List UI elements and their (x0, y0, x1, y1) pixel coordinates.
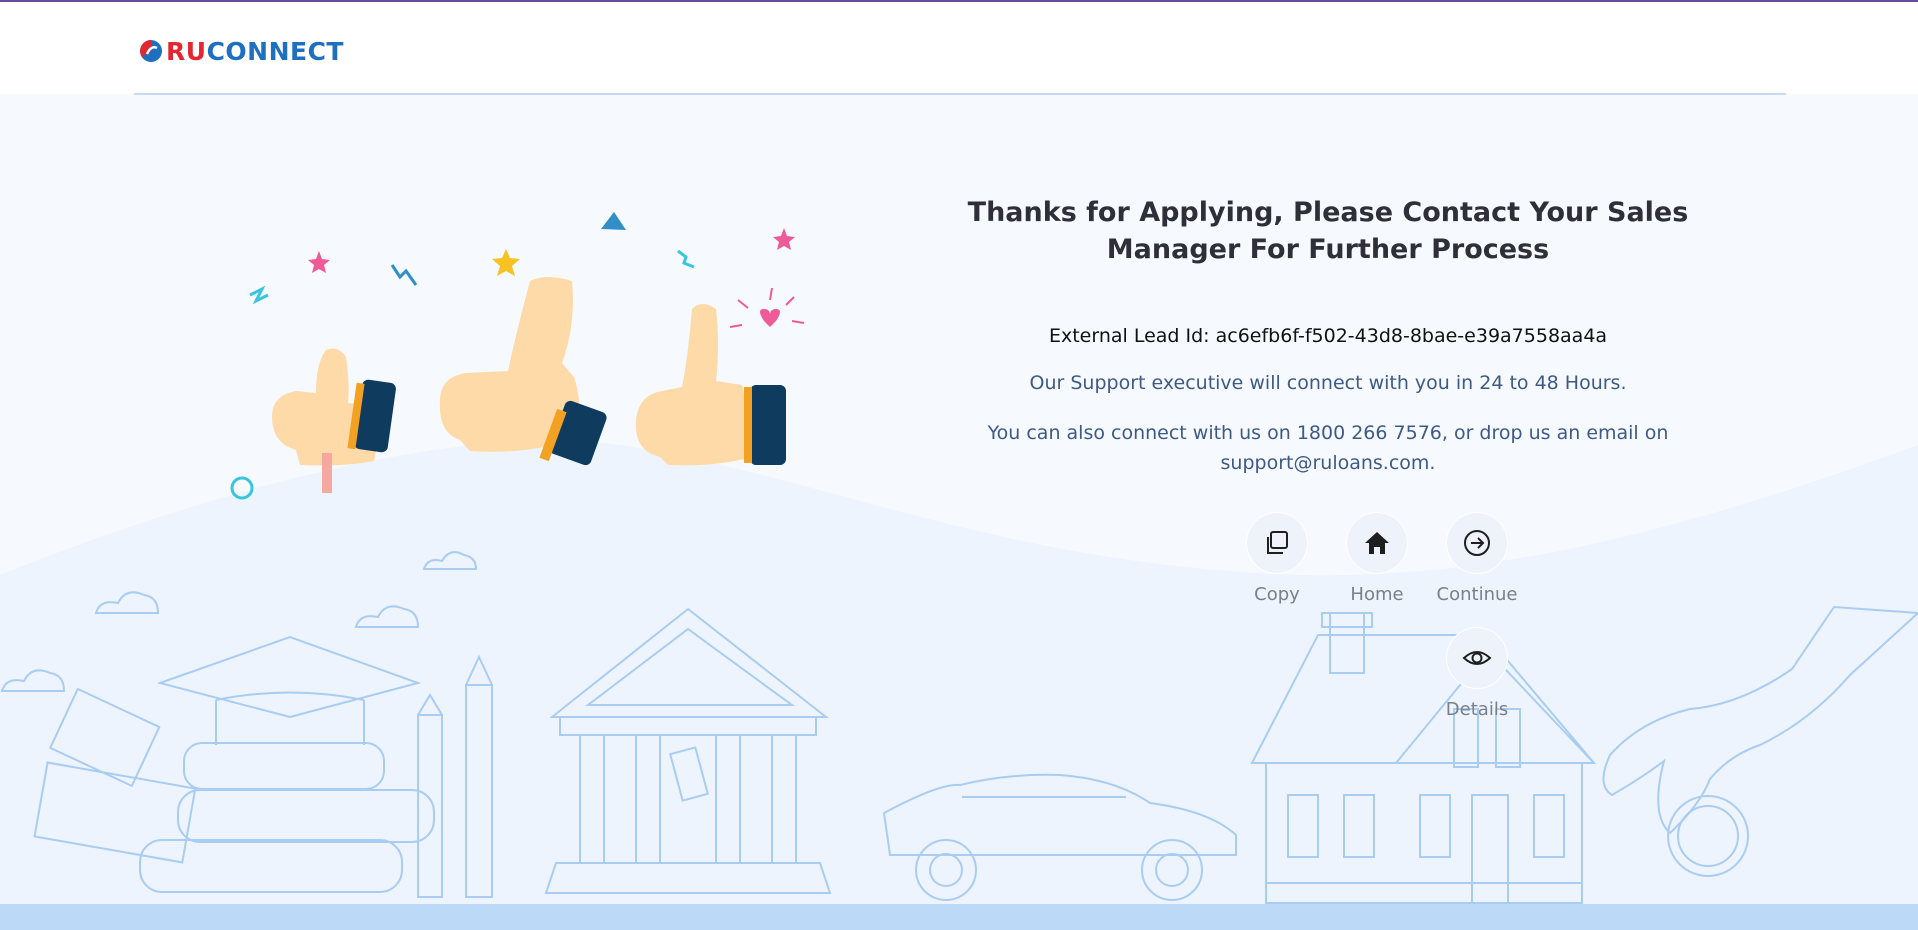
copy-button[interactable]: Copy (1222, 512, 1332, 605)
action-buttons: Copy Home Continue Details (1180, 512, 1517, 722)
ruconnect-logo[interactable]: RU CONNECT (139, 36, 344, 66)
continue-button[interactable]: Continue (1422, 512, 1532, 605)
support-message: Our Support executive will connect with … (1029, 372, 1627, 394)
logo-text-connect: CONNECT (206, 36, 344, 66)
eye-icon (1462, 651, 1492, 665)
contact-message: You can also connect with us on 1800 266… (987, 422, 1669, 474)
site-header: RU CONNECT (0, 2, 1918, 94)
page-title: Thanks for Applying, Please Contact Your… (967, 197, 1689, 265)
home-label: Home (1350, 584, 1404, 605)
copy-icon (1267, 531, 1288, 554)
details-button[interactable]: Details (1422, 627, 1532, 720)
footer-band (0, 904, 1918, 930)
details-label: Details (1445, 699, 1509, 720)
arrow-right-circle-icon (1464, 530, 1490, 556)
home-icon (1365, 532, 1389, 554)
ruconnect-logo-icon (140, 40, 162, 62)
copy-label: Copy (1254, 584, 1300, 605)
logo-text-ru: RU (166, 36, 207, 66)
confirmation-panel: Thanks for Applying, Please Contact Your… (938, 194, 1718, 478)
external-lead-id: External Lead Id: ac6efb6f-f502-43d8-8ba… (938, 325, 1718, 347)
lead-id-label: External Lead Id: (1048, 325, 1216, 347)
continue-label: Continue (1436, 584, 1518, 605)
home-button[interactable]: Home (1322, 512, 1432, 605)
lead-id-value: ac6efb6f-f502-43d8-8bae-e39a7558aa4a (1215, 325, 1608, 347)
